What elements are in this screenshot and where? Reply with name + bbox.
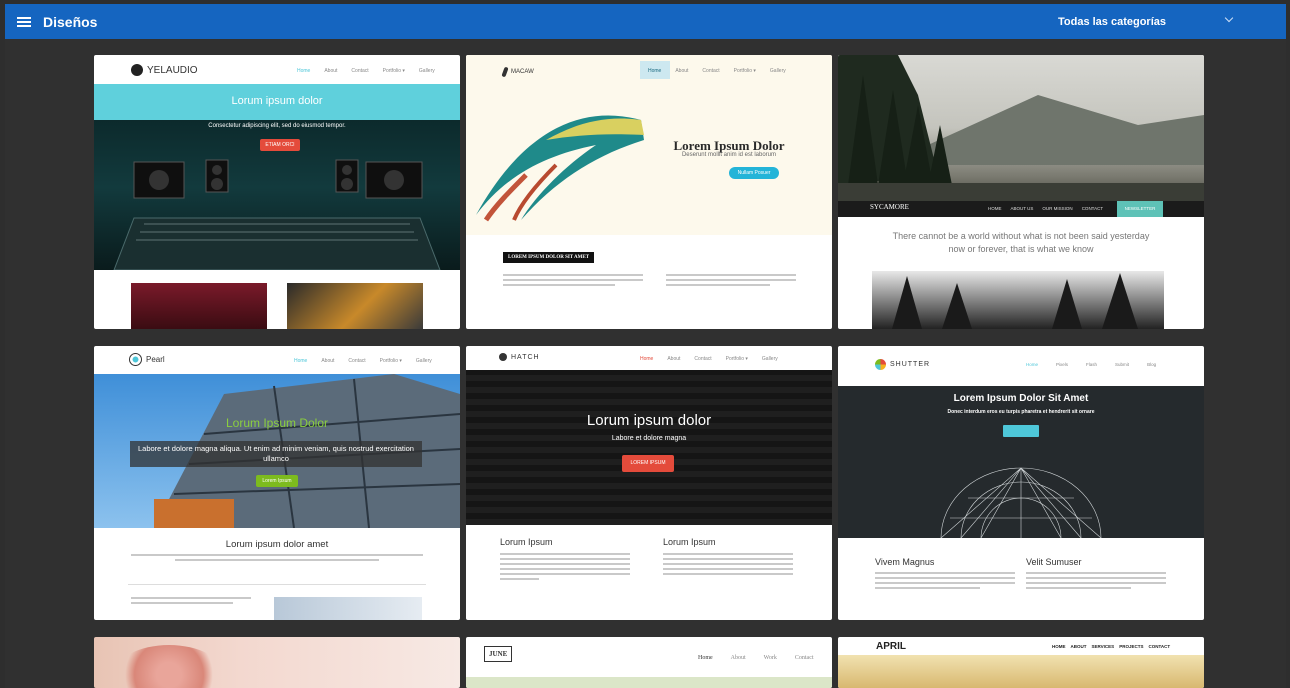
template-nav: HOME ABOUT SERVICES PROJECTS CONTACT <box>1052 644 1171 649</box>
hero-subhead: Donec interdum eros eu turpis pharetra e… <box>947 409 1095 415</box>
template-logo: SYCAMORE <box>870 203 909 211</box>
chevron-down-icon[interactable] <box>1224 13 1234 23</box>
hero-area <box>466 677 832 688</box>
template-nav: Home About Contact Portfolio ▾ Gallery <box>297 68 435 74</box>
category-select[interactable]: Todas las categorías <box>1058 16 1166 28</box>
template-nav: Home About Work Contact <box>698 655 814 661</box>
divider <box>128 584 426 585</box>
template-card-june[interactable]: JUNE Home About Work Contact <box>466 637 832 688</box>
template-card-sycamore[interactable]: SYCAMORE HOME ABOUT US OUR MISSION CONTACT … <box>838 55 1204 329</box>
parrot-wing-image <box>476 115 644 222</box>
flower-icon <box>875 359 886 370</box>
hero-button: Nullam Posuer <box>729 167 779 179</box>
column-title: Vivem Magnus <box>875 557 935 567</box>
hero-button: LOREM IPSUM <box>622 455 674 472</box>
flower-image <box>114 645 224 688</box>
template-gallery: YELAUDIO Home About Contact Portfolio ▾ Gall… <box>5 39 1286 688</box>
template-logo: HATCH <box>499 353 540 361</box>
quote-line: now or forever, that is what we know <box>948 244 1094 254</box>
thumb-image <box>287 283 423 329</box>
template-card-yelaudio[interactable]: YELAUDIO Home About Contact Portfolio ▾ Gall… <box>94 55 460 329</box>
body-text <box>503 274 643 289</box>
hero-subhead: Labore et dolore magna aliqua. Ut enim a… <box>130 441 422 467</box>
forest-image <box>872 271 1164 329</box>
body-text <box>663 553 793 578</box>
app-bar: Diseños Todas las categorías <box>5 4 1286 39</box>
hero-subhead: Labore et dolore magna <box>611 435 687 442</box>
column-title: Lorum Ipsum <box>500 537 553 547</box>
hatch-icon <box>499 353 507 361</box>
hero-area <box>466 370 832 525</box>
template-nav: Home Pixels Flash Submit Blog <box>1026 362 1157 367</box>
template-logo: APRIL <box>876 641 906 652</box>
hero-button: ETIAM ORCI <box>260 139 300 151</box>
hero-button: Lorem Ipsum <box>256 475 298 487</box>
template-nav: Home About Contact Portfolio ▾ Gallery <box>640 356 778 362</box>
hero-headline: Lorem Ipsum Dolor Sit Amet <box>953 393 1089 404</box>
template-card-floral[interactable] <box>94 637 460 688</box>
body-text <box>500 553 630 583</box>
menu-icon[interactable] <box>5 4 43 39</box>
body-text <box>1026 572 1166 592</box>
body-text <box>666 274 796 289</box>
hero-headline: Lorum ipsum dolor <box>231 95 323 107</box>
page-title: Diseños <box>43 13 98 30</box>
template-logo: MACAW <box>501 66 534 78</box>
body-text <box>131 554 423 564</box>
body-text <box>131 597 251 607</box>
column-title: Velit Sumuser <box>1026 557 1082 567</box>
template-card-macaw[interactable]: MACAW Home About Contact Portfolio ▾ Gallery… <box>466 55 832 329</box>
template-card-pearl[interactable]: Pearl Home About Contact Portfolio ▾ Gallery… <box>94 346 460 620</box>
feather-icon <box>501 66 509 78</box>
template-logo: YELAUDIO <box>131 64 198 76</box>
pearl-icon <box>129 353 142 366</box>
section-title: Lorum ipsum dolor amet <box>225 539 329 550</box>
template-logo: SHUTTER <box>875 359 930 370</box>
template-card-shutter[interactable]: SHUTTER Home Pixels Flash Submit Blog Lorem … <box>838 346 1204 620</box>
template-logo: Pearl <box>129 353 165 366</box>
template-card-april[interactable]: APRIL HOME ABOUT SERVICES PROJECTS CONTACT <box>838 637 1204 688</box>
template-nav: HOME ABOUT US OUR MISSION CONTACT <box>988 206 1104 211</box>
body-text <box>875 572 1015 592</box>
thumb-image <box>274 597 422 620</box>
field-image <box>838 655 1204 688</box>
column-title: Lorum Ipsum <box>663 537 716 547</box>
template-nav: Home About Contact Portfolio ▾ Gallery <box>648 68 786 74</box>
forest-image <box>838 55 1204 217</box>
template-nav: Home About Contact Portfolio ▾ Gallery <box>294 358 432 364</box>
newsletter-tab: NEWSLETTER <box>1117 201 1163 217</box>
vinyl-icon <box>131 64 143 76</box>
hero-button <box>1003 425 1039 437</box>
hero-subhead: Consectetur adipiscing elit, sed do eius… <box>208 123 346 129</box>
hero-headline: Lorum ipsum dolor <box>586 412 712 429</box>
template-logo: JUNE <box>484 646 513 662</box>
thumb-image <box>131 283 267 329</box>
template-card-hatch[interactable]: HATCH Home About Contact Portfolio ▾ Gallery… <box>466 346 832 620</box>
hero-headline: Lorum Ipsum Dolor <box>225 416 329 430</box>
hero-subhead: Deserunt mollit anim id est laborum <box>681 152 777 158</box>
quote-line: There cannot be a world without what is … <box>892 231 1150 241</box>
section-label: LOREM IPSUM DOLOR SIT AMET <box>503 252 595 263</box>
